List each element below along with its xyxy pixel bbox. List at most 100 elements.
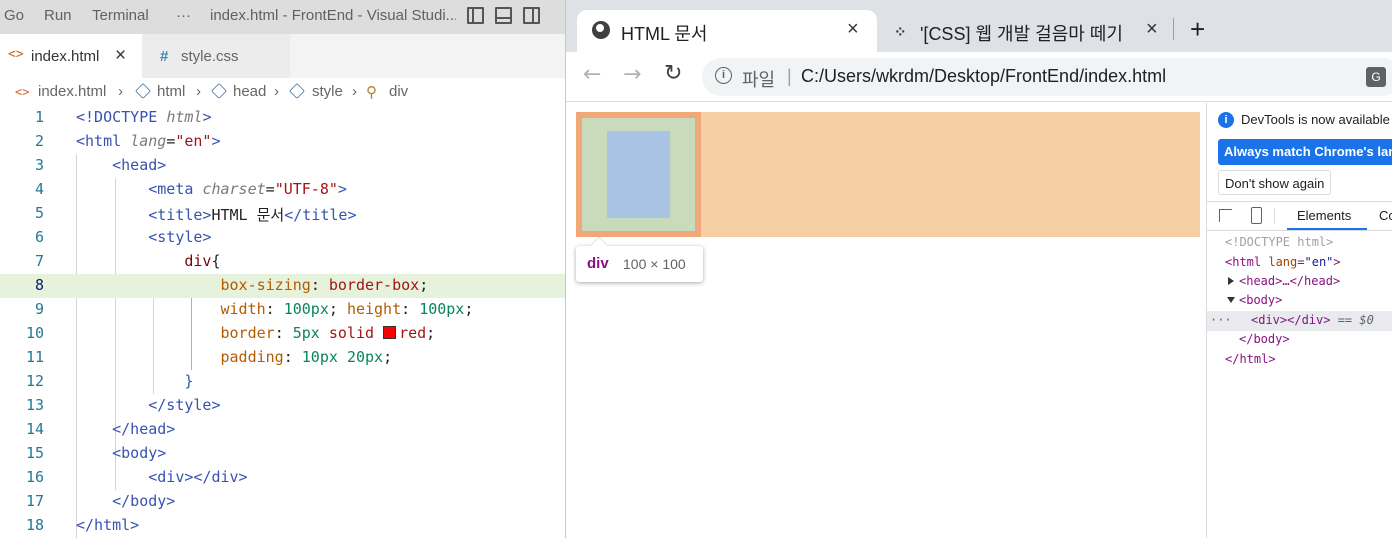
tab-console[interactable]: Co [1379, 208, 1392, 223]
code-line[interactable]: 11 padding: 10px 20px; [0, 346, 565, 370]
code-token: </title> [284, 206, 357, 224]
back-button[interactable]: ← [583, 62, 601, 87]
always-match-language-button[interactable]: Always match Chrome's lang [1218, 139, 1392, 165]
code-line[interactable]: 2 <html lang="en"> [0, 130, 565, 154]
info-icon[interactable]: i [715, 67, 732, 84]
code-line[interactable]: 9 width: 100px; height: 100px; [0, 298, 565, 322]
code-line[interactable]: 3 <head> [0, 154, 565, 178]
dom-doctype[interactable]: <!DOCTYPE html> [1225, 235, 1333, 249]
code-text: box-sizing: border-box; [76, 276, 429, 294]
dom-body-close[interactable]: </body> [1239, 332, 1290, 346]
tab-divider [1173, 18, 1174, 40]
code-text: padding: 10px 20px; [76, 348, 393, 366]
code-line[interactable]: 5 <title>HTML 문서</title> [0, 202, 565, 226]
code-token: ; [464, 300, 474, 318]
line-number: 1 [34, 108, 44, 126]
collapse-triangle-icon[interactable] [1227, 297, 1235, 303]
chrome-tab-active[interactable]: HTML 문서 × [577, 10, 877, 52]
code-line[interactable]: 4 <meta charset="UTF-8"> [0, 178, 565, 202]
code-token: lang [130, 132, 167, 150]
code-text: </head> [76, 420, 175, 438]
dom-html-close[interactable]: </html> [1225, 352, 1276, 366]
forward-button[interactable]: → [623, 62, 641, 87]
code-line[interactable]: 6 <style> [0, 226, 565, 250]
new-tab-button[interactable]: + [1190, 14, 1205, 45]
code-line[interactable]: 18 </html> [0, 514, 565, 538]
menu-more-icon[interactable]: ··· [176, 7, 191, 24]
code-editor[interactable]: 1 <!DOCTYPE html> 2 <html lang="en"> 3 <head… [0, 106, 565, 538]
tab-index-html[interactable]: <> index.html × [0, 34, 142, 78]
code-line[interactable]: 8 box-sizing: border-box; [0, 274, 565, 298]
info-icon: i [1218, 112, 1234, 128]
close-icon[interactable]: × [115, 45, 126, 67]
chrome-toolbar: ← → ↻ i 파일 | C:/Users/wkrdm/Desktop/Fron… [566, 52, 1392, 102]
chevron-right-icon: › [274, 83, 279, 100]
tab-style-css[interactable]: # style.css [142, 34, 290, 78]
breadcrumb-item[interactable]: div [389, 83, 408, 100]
translate-icon[interactable]: G [1366, 67, 1386, 87]
code-line[interactable]: 1 <!DOCTYPE html> [0, 106, 565, 130]
breadcrumb-item[interactable]: html [157, 83, 185, 100]
more-dots-icon[interactable]: ··· [1210, 313, 1232, 327]
close-icon[interactable]: × [847, 18, 859, 41]
url-text[interactable]: C:/Users/wkrdm/Desktop/FrontEnd/index.ht… [801, 66, 1166, 87]
inspect-element-icon[interactable] [1219, 209, 1232, 222]
menu-terminal[interactable]: Terminal [92, 7, 149, 24]
line-number: 9 [34, 300, 44, 318]
toggle-panel-icon[interactable] [495, 7, 512, 24]
dom-body-open[interactable]: <body> [1239, 293, 1282, 307]
devtools-tabbar: Elements Co [1207, 201, 1392, 231]
tab-label: index.html [31, 48, 100, 65]
code-text: } [76, 372, 193, 390]
chevron-right-icon: › [118, 83, 123, 100]
dom-attr-eq: = [1297, 255, 1305, 269]
dom-tag: <html [1225, 255, 1269, 269]
dom-div[interactable]: <div></div> == $0 [1251, 313, 1374, 327]
color-swatch-icon [383, 326, 397, 339]
code-line[interactable]: 7 div{ [0, 250, 565, 274]
device-toolbar-icon[interactable] [1251, 207, 1262, 224]
code-token: = [166, 132, 176, 150]
breadcrumb-item[interactable]: head [233, 83, 266, 100]
menu-go[interactable]: Go [4, 7, 24, 24]
address-bar[interactable]: i 파일 | C:/Users/wkrdm/Desktop/FrontEnd/i… [702, 58, 1392, 96]
dom-html-open[interactable]: <html lang="en"> [1225, 255, 1341, 269]
code-token: border-box [328, 276, 420, 294]
code-line[interactable]: 15 <body> [0, 442, 565, 466]
line-number: 8 [34, 276, 44, 294]
dom-head[interactable]: <head>…</head> [1239, 274, 1340, 288]
code-token: <title> [148, 206, 212, 224]
dont-show-again-button[interactable]: Don't show again [1218, 170, 1332, 195]
expand-triangle-icon[interactable] [1228, 277, 1234, 285]
code-token: "UTF-8" [274, 180, 338, 198]
close-icon[interactable]: × [1146, 18, 1158, 41]
code-line[interactable]: 12 } [0, 370, 565, 394]
code-line[interactable]: 14 </head> [0, 418, 565, 442]
reload-button[interactable]: ↻ [664, 61, 682, 86]
chrome-tab[interactable]: ⁘ '[CSS] 웹 개발 걸음마 떼기 × [878, 10, 1178, 52]
code-line[interactable]: 10 border: 5px solid red; [0, 322, 565, 346]
line-number: 14 [25, 420, 44, 438]
breadcrumb-item[interactable]: index.html [38, 83, 106, 100]
toggle-secondary-sidebar-icon[interactable] [523, 7, 540, 24]
code-token: <meta [148, 180, 203, 198]
code-token: : [274, 324, 293, 342]
tab-elements[interactable]: Elements [1297, 208, 1351, 223]
line-number: 3 [34, 156, 44, 174]
code-line[interactable]: 17 </body> [0, 490, 565, 514]
code-line[interactable]: 16 <div></div> [0, 466, 565, 490]
line-number: 6 [34, 228, 44, 246]
code-token: div [184, 252, 212, 270]
editor-tab-bar: <> index.html × # style.css [0, 34, 565, 78]
code-token: padding [220, 348, 284, 366]
menu-run[interactable]: Run [44, 7, 72, 24]
tab-label: style.css [181, 48, 239, 65]
toggle-sidebar-icon[interactable] [467, 7, 484, 24]
code-line[interactable]: 13 </style> [0, 394, 565, 418]
breadcrumb-item[interactable]: style [312, 83, 343, 100]
window-title: index.html - FrontEnd - Visual Studi... [210, 7, 456, 24]
